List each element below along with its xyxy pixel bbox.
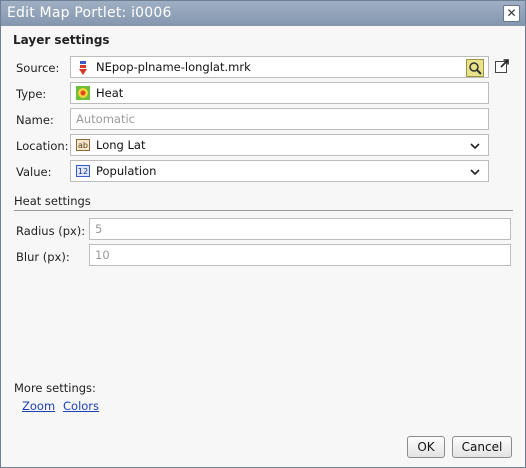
radius-label: Radius (px): — [16, 224, 86, 238]
source-label: Source: — [16, 61, 60, 75]
name-field[interactable]: Automatic — [70, 108, 489, 130]
layer-settings-title: Layer settings — [13, 33, 110, 47]
more-settings-label: More settings: — [14, 381, 96, 395]
source-value: NEpop-plname-longlat.mrk — [96, 60, 251, 74]
chevron-down-icon[interactable] — [470, 166, 480, 176]
blur-label: Blur (px): — [16, 250, 70, 264]
heat-settings-divider — [14, 210, 513, 211]
location-value: Long Lat — [96, 138, 146, 152]
name-label: Name: — [16, 113, 54, 127]
location-label: Location: — [16, 139, 69, 153]
text-type-icon: ab — [76, 139, 90, 151]
location-select[interactable]: ab Long Lat — [70, 134, 489, 156]
type-value: Heat — [96, 86, 124, 100]
magnifier-icon — [467, 62, 483, 79]
name-placeholder: Automatic — [76, 112, 135, 126]
colors-link[interactable]: Colors — [63, 399, 99, 413]
close-icon: ✕ — [506, 6, 517, 20]
browse-source-button[interactable] — [466, 59, 484, 77]
heat-settings-title: Heat settings — [14, 194, 91, 208]
radius-input[interactable]: 5 — [89, 218, 511, 240]
ok-button[interactable]: OK — [407, 436, 445, 458]
value-select[interactable]: 12 Population — [70, 160, 489, 182]
source-field[interactable]: NEpop-plname-longlat.mrk — [70, 56, 489, 78]
value-label: Value: — [16, 165, 52, 179]
open-external-icon — [494, 59, 510, 77]
number-type-icon: 12 — [76, 165, 90, 177]
edit-map-portlet-dialog: Edit Map Portlet: i0006 ✕ Layer settings… — [0, 0, 526, 468]
chevron-down-icon[interactable] — [470, 140, 480, 150]
title-bar[interactable]: Edit Map Portlet: i0006 ✕ — [1, 1, 525, 26]
close-button[interactable]: ✕ — [503, 5, 520, 22]
dialog-title: Edit Map Portlet: i0006 — [7, 5, 172, 21]
marker-file-icon — [76, 60, 90, 75]
radius-value: 5 — [95, 222, 103, 236]
type-label: Type: — [16, 87, 47, 101]
blur-value: 10 — [95, 248, 110, 262]
blur-input[interactable]: 10 — [89, 244, 511, 266]
heatmap-icon — [76, 86, 90, 100]
open-external-button[interactable] — [494, 58, 510, 74]
cancel-button[interactable]: Cancel — [452, 436, 512, 458]
zoom-link[interactable]: Zoom — [22, 399, 55, 413]
value-value: Population — [96, 164, 157, 178]
type-field[interactable]: Heat — [70, 82, 489, 104]
